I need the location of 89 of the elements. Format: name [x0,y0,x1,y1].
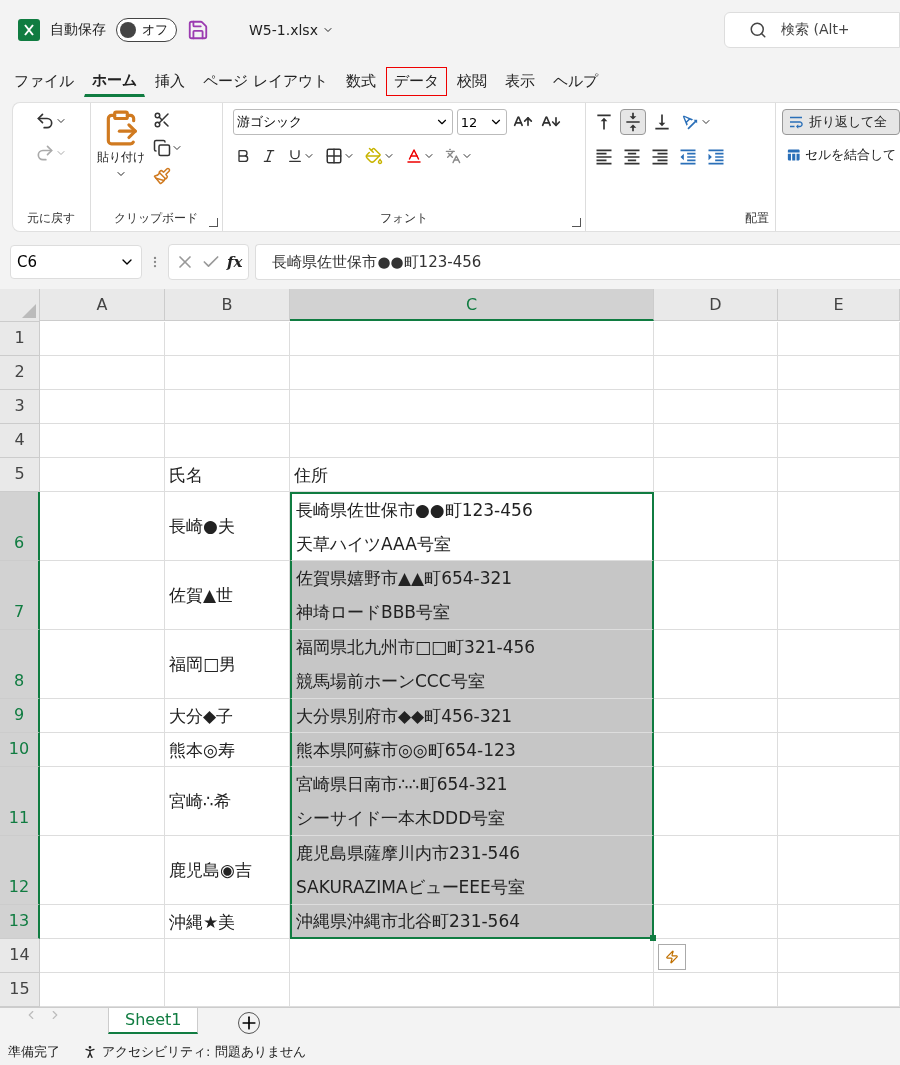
row-header[interactable]: 13 [0,905,40,939]
row-header[interactable]: 9 [0,699,40,733]
wrap-text-button[interactable]: 折り返して全 [782,109,900,135]
search-icon [749,21,767,39]
indent-increase-icon [706,147,727,167]
fill-handle[interactable] [650,935,656,941]
table-cell: 大分◆子 [165,699,290,733]
table-cell: 佐賀▲世 [165,561,290,630]
quick-analysis-button[interactable] [658,944,686,970]
table-cell: 鹿児島◉吉 [165,836,290,905]
merge-cells-button[interactable]: セルを結合して [782,143,900,167]
save-icon[interactable] [187,19,209,41]
table-cell: 長崎県佐世保市●●町123-456 天草ハイツAAA号室 [290,492,654,561]
table-cell: 佐賀県嬉野市▲▲町654-321 神埼ロードBBB号室 [290,561,654,630]
table-cell: 熊本県阿蘇市◎◎町654-123 [290,733,654,767]
scissors-icon [152,111,171,129]
table-cell: 福岡県北九州市□□町321-456 競馬場前ホーンCCC号室 [290,630,654,699]
row-header[interactable]: 8 [0,630,40,699]
align-left-icon [594,147,615,167]
column-header[interactable]: B [165,289,290,321]
ribbon-tab[interactable]: 数式 [337,66,384,96]
font-name-dropdown[interactable]: 游ゴシック [232,109,453,135]
ribbon-tab[interactable]: 校閲 [448,66,495,96]
name-box[interactable]: C6 [10,245,142,279]
table-cell: 長崎●夫 [165,492,290,561]
row-header[interactable]: 6 [0,492,40,561]
lightning-icon [665,950,679,964]
underline-icon [286,148,303,164]
table-cell: 住所 [290,458,654,492]
table-cell: 福岡□男 [165,630,290,699]
ribbon-tab[interactable]: ファイル [6,66,82,96]
row-header[interactable]: 15 [0,973,40,1007]
row-header[interactable]: 10 [0,733,40,767]
table-cell: 熊本◎寿 [165,733,290,767]
column-header[interactable]: D [654,289,778,321]
table-cell: 氏名 [165,458,290,492]
row-header[interactable]: 5 [0,458,40,492]
ribbon-tab[interactable]: データ [385,66,447,96]
row-header[interactable]: 3 [0,390,40,424]
column-header[interactable]: A [40,289,165,321]
group-label: 元に戻す [27,210,76,227]
dialog-launcher-icon[interactable] [208,218,218,227]
column-header[interactable]: C [290,289,654,321]
merge-icon [786,146,801,164]
borders-icon [324,147,343,165]
indent-decrease-icon [678,147,699,167]
ribbon-tab[interactable]: ヘルプ [544,66,606,96]
column-header[interactable]: E [778,289,900,321]
group-label: 配置 [745,210,770,227]
row-header[interactable]: 1 [0,322,40,356]
ribbon-tab[interactable]: ページ レイアウト [195,66,336,96]
ribbon-tab[interactable]: 表示 [496,66,543,96]
ribbon-tab[interactable]: ホーム [84,65,145,97]
file-name[interactable]: W5-1.xlsx [249,22,334,38]
row-header[interactable]: 12 [0,836,40,905]
redo-icon [35,143,56,163]
font-color-icon [404,147,423,165]
status-text: 準備完了 [8,1042,60,1061]
table-cell: 沖縄★美 [165,905,290,939]
row-header[interactable]: 14 [0,939,40,973]
row-header[interactable]: 2 [0,356,40,390]
align-middle-button[interactable] [620,109,647,135]
align-right-icon [650,147,671,167]
font-size-dropdown[interactable]: 12 [456,109,507,135]
group-label: クリップボード [114,210,199,227]
table-cell: 宮崎県日南市∴∴町654-321 シーサイド一本木DDD号室 [290,767,654,836]
group-label: フォント [380,210,429,227]
autosave-label: 自動保存 [50,21,106,39]
function-button[interactable]: fx [227,253,243,271]
paint-bucket-icon [364,147,383,165]
align-center-icon [622,147,643,167]
dialog-launcher-icon[interactable] [572,218,582,227]
row-header[interactable]: 4 [0,424,40,458]
table-cell: 宮崎∴希 [165,767,290,836]
phonetic-icon [444,148,461,164]
formula-field[interactable]: 長崎県佐世保市●●町123-456 [255,244,900,280]
search-field[interactable]: 検索 (Alt+ [724,12,900,48]
table-cell: 大分県別府市◆◆町456-321 [290,699,654,733]
sheet-tab[interactable]: Sheet1 [108,1008,199,1034]
table-cell: 沖縄県沖縄市北谷町231-564 [290,905,654,939]
accessibility-status[interactable]: アクセシビリティ: 問題ありません [102,1042,306,1061]
ribbon-tab[interactable]: 挿入 [147,66,193,96]
accessibility-icon [82,1043,98,1060]
excel-logo-icon [18,19,40,41]
table-cell: 鹿児島県薩摩川内市231-546 SAKURAZIMAビューEEE号室 [290,836,654,905]
paintbrush-icon [152,167,171,185]
copy-icon [152,139,171,157]
paste-button[interactable]: 貼り付け [96,109,145,210]
autosave-toggle[interactable]: オフ [116,18,177,42]
